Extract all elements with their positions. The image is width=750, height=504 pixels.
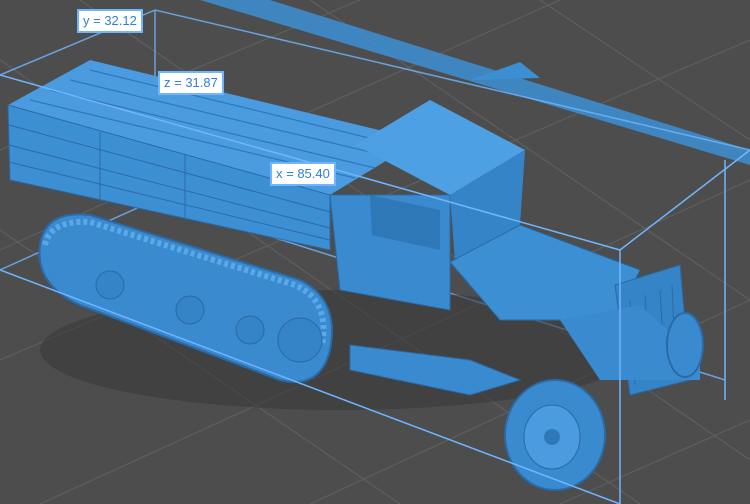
road-wheel — [175, 295, 205, 325]
front-wheel-right — [666, 312, 704, 378]
scene-canvas[interactable] — [0, 0, 750, 504]
truck-model[interactable] — [7, 60, 704, 491]
dimension-z-label: z = 31.87 — [158, 71, 224, 95]
drive-sprocket — [277, 317, 323, 363]
dimension-y-label: y = 32.12 — [77, 9, 143, 33]
road-wheel — [95, 270, 125, 300]
dimension-x-label: x = 85.40 — [270, 162, 336, 186]
road-wheel — [235, 315, 265, 345]
front-wheel-left — [504, 379, 606, 491]
3d-viewport[interactable]: y = 32.12 z = 31.87 x = 85.40 — [0, 0, 750, 504]
